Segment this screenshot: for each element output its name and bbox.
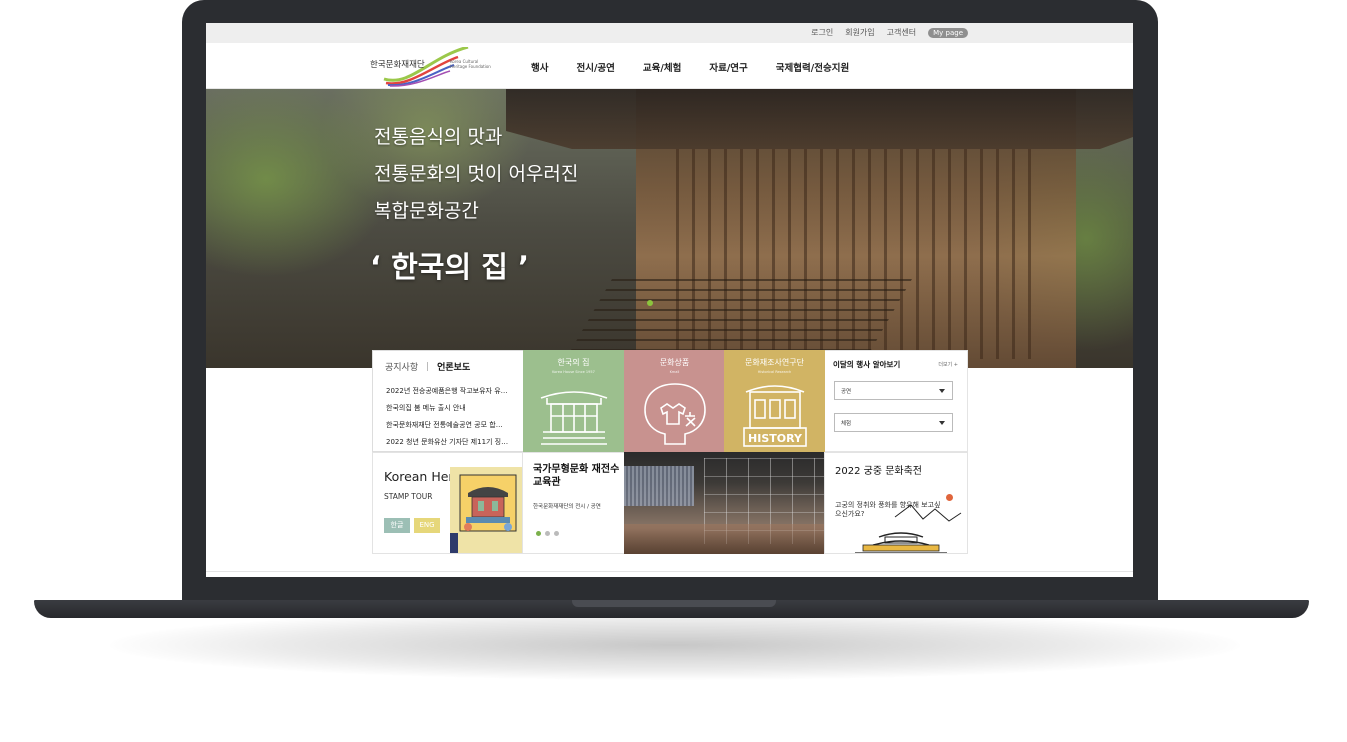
pager-dot[interactable] — [554, 531, 559, 536]
tile-subtitle: Korea House Since 1957 — [552, 370, 595, 374]
nav-item-education[interactable]: 교육/체험 — [643, 60, 681, 74]
tile-subtitle: Historical Research — [757, 370, 792, 374]
login-link[interactable]: 로그인 — [811, 27, 833, 38]
hero-line-3: 복합문화공간 — [374, 200, 479, 222]
tile-research-team[interactable]: 문화재조사연구단 Historical Research HISTORY — [724, 350, 825, 452]
history-label: HISTORY — [748, 432, 803, 445]
list-item[interactable]: 한국의집 봄 메뉴 출시 안내 — [386, 400, 518, 417]
customer-center-link[interactable]: 고객센터 — [887, 27, 916, 38]
notice-board: 공지사항 언론보도 2022년 전승공예품은행 작고보유자 유… 한국의집 봄 … — [372, 350, 524, 452]
logo-subtitle: Korea Cultural Heritage Foundation — [450, 59, 491, 69]
notice-list: 2022년 전승공예품은행 작고보유자 유… 한국의집 봄 메뉴 출시 안내 한… — [373, 373, 523, 451]
tab-press[interactable]: 언론보도 — [437, 360, 470, 373]
monthly-events: 이달의 행사 알아보기 더보기 + 공연 체험 — [825, 350, 968, 452]
tile-korea-house[interactable]: 한국의 집 Korea House Since 1957 — [523, 350, 624, 452]
list-item[interactable]: 한국문화재재단 전통예술공연 공모 합… — [386, 417, 518, 434]
stamp-english-button[interactable]: ENG — [414, 518, 440, 533]
hero-pager-dot[interactable] — [647, 300, 653, 306]
tile-title: 문화상품 — [659, 358, 690, 367]
palace-gate-icon — [855, 504, 962, 553]
history-building-icon: HISTORY — [742, 385, 807, 447]
chevron-down-icon — [939, 421, 945, 425]
hero-banner[interactable]: 전통음식의 맛과 전통문화의 멋이 어우러진 복합문화공간 ‘ 한국의 집 ’ — [206, 89, 1133, 368]
education-center-card[interactable]: 국가무형문화 재전수교육관 한국문화재재단의 전시 / 공연 — [523, 452, 624, 554]
event-type-select[interactable]: 공연 — [834, 381, 953, 400]
logo-name: 한국문화재재단 — [370, 60, 425, 70]
nav-item-research[interactable]: 자료/연구 — [709, 60, 747, 74]
utility-links: 로그인 회원가입 고객센터 My page — [811, 27, 968, 38]
tab-divider — [427, 362, 429, 371]
tile-subtitle: Kmall — [669, 370, 680, 374]
nav-item-exhibition[interactable]: 전시/공연 — [576, 60, 614, 74]
exhibit-wall-image — [624, 466, 694, 506]
signup-link[interactable]: 회원가입 — [845, 27, 874, 38]
nav-item-international[interactable]: 국제협력/전승지원 — [776, 60, 849, 74]
tab-notice[interactable]: 공지사항 — [385, 360, 418, 373]
content-grid: 공지사항 언론보도 2022년 전승공예품은행 작고보유자 유… 한국의집 봄 … — [372, 350, 968, 554]
hero-copy: 전통음식의 맛과 전통문화의 멋이 어우러진 복합문화공간 — [374, 119, 578, 230]
nav-item-event[interactable]: 행사 — [531, 60, 548, 74]
select-value: 체험 — [841, 421, 852, 427]
stamp-poster-image — [450, 467, 522, 553]
laptop-shadow — [110, 610, 1240, 680]
exhibition-hall-image[interactable] — [624, 452, 824, 554]
events-more-link[interactable]: 더보기 + — [938, 361, 958, 368]
stamp-korean-button[interactable]: 한글 — [384, 518, 410, 533]
site-header: 한국문화재재단 Korea Cultural Heritage Foundati… — [206, 43, 1133, 89]
floor-reflection-image — [624, 524, 824, 554]
hero-line-1: 전통음식의 맛과 — [374, 126, 503, 148]
site-logo[interactable]: 한국문화재재단 Korea Cultural Heritage Foundati… — [370, 47, 491, 87]
edu-subtext: 한국문화재재단의 전시 / 공연 — [533, 504, 601, 510]
footer-divider — [206, 571, 1133, 572]
utility-bar: 로그인 회원가입 고객센터 My page — [206, 23, 1133, 43]
stamp-subheading: STAMP TOUR — [384, 492, 433, 501]
edu-heading: 국가무형문화 재전수교육관 — [533, 464, 620, 488]
stamp-tour-card[interactable]: Korean Heritage STAMP TOUR 한글 ENG — [372, 452, 523, 554]
main-nav: 행사 전시/공연 교육/체험 자료/연구 국제협력/전승지원 — [531, 60, 849, 74]
list-item[interactable]: 2022 청년 문화유산 기자단 제11기 징… — [386, 434, 518, 451]
tile-title: 한국의 집 — [557, 358, 590, 367]
hero-roof-image — [506, 89, 1133, 149]
korean-house-icon — [540, 391, 607, 445]
pager-dot[interactable] — [536, 531, 541, 536]
events-title: 이달의 행사 알아보기 — [833, 360, 901, 369]
browser-screen: 로그인 회원가입 고객센터 My page 한국문화재재단 Korea Cult… — [206, 23, 1133, 577]
edu-pager — [536, 531, 559, 536]
tile-title: 문화재조사연구단 — [745, 358, 804, 367]
palace-festival-card[interactable]: 2022 궁중 문화축전 고궁의 정취와 풍화를 향유해 보고싶으신가요? — [824, 452, 968, 554]
experience-type-select[interactable]: 체험 — [834, 413, 953, 432]
laptop-notch — [572, 600, 776, 607]
pager-dot[interactable] — [545, 531, 550, 536]
hero-title: ‘ 한국의 집 ’ — [370, 250, 530, 284]
stamp-illustration-icon — [450, 467, 522, 553]
select-value: 공연 — [841, 389, 852, 395]
festival-heading: 2022 궁중 문화축전 — [835, 466, 923, 477]
hero-line-2: 전통문화의 멋이 어우러진 — [374, 163, 579, 185]
notice-tabs: 공지사항 언론보도 — [373, 351, 523, 373]
tshirt-icon — [643, 383, 706, 445]
list-item[interactable]: 2022년 전승공예품은행 작고보유자 유… — [386, 383, 518, 400]
mypage-button[interactable]: My page — [928, 27, 968, 38]
chevron-down-icon — [939, 389, 945, 393]
tile-cultural-goods[interactable]: 문화상품 Kmall — [624, 350, 725, 452]
